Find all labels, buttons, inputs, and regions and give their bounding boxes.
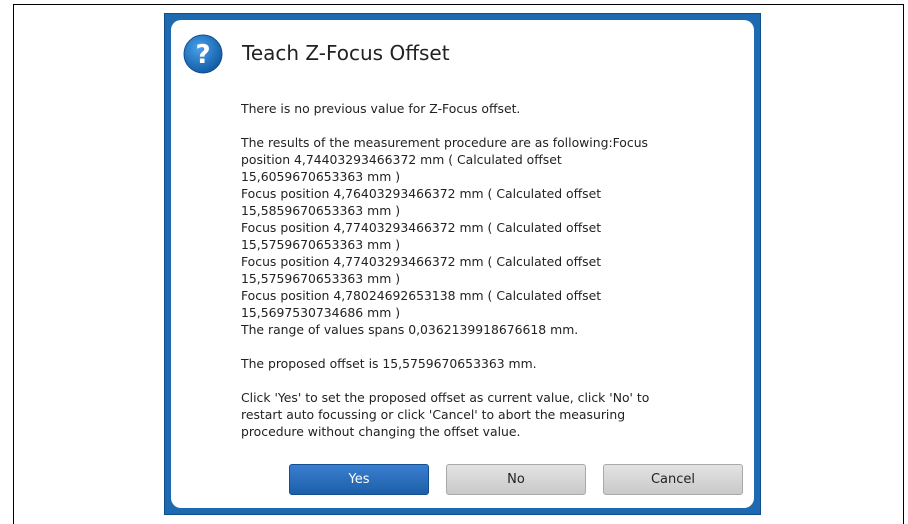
instruction-line: Click 'Yes' to set the proposed offset a… bbox=[241, 390, 650, 405]
yes-button[interactable]: Yes bbox=[289, 464, 429, 495]
cancel-button[interactable]: Cancel bbox=[603, 464, 743, 495]
result-line: Focus position 4,78024692653138 mm ( Cal… bbox=[241, 288, 602, 303]
dialog-message: There is no previous value for Z-Focus o… bbox=[241, 100, 721, 457]
result-line: The results of the measurement procedure… bbox=[241, 135, 649, 150]
instruction-line: restart auto focussing or click 'Cancel'… bbox=[241, 407, 626, 422]
result-line: 15,6059670653363 mm ) bbox=[241, 169, 401, 184]
question-mark-icon: ? bbox=[183, 34, 223, 74]
result-line: 15,5759670653363 mm ) bbox=[241, 237, 401, 252]
result-line: position 4,74403293466372 mm ( Calculate… bbox=[241, 152, 562, 167]
dialog-window: ? Teach Z-Focus Offset There is no previ… bbox=[164, 13, 761, 515]
result-line: 15,5859670653363 mm ) bbox=[241, 203, 401, 218]
result-line: Focus position 4,77403293466372 mm ( Cal… bbox=[241, 254, 602, 269]
no-button[interactable]: No bbox=[446, 464, 586, 495]
dialog-content: ? Teach Z-Focus Offset There is no previ… bbox=[171, 20, 754, 508]
result-line: Focus position 4,77403293466372 mm ( Cal… bbox=[241, 220, 602, 235]
range-line: The range of values spans 0,036213991867… bbox=[241, 322, 579, 337]
result-line: 15,5697530734686 mm ) bbox=[241, 305, 401, 320]
result-line: 15,5759670653363 mm ) bbox=[241, 271, 401, 286]
intro-text: There is no previous value for Z-Focus o… bbox=[241, 101, 521, 116]
svg-text:?: ? bbox=[195, 40, 210, 70]
instruction-block: Click 'Yes' to set the proposed offset a… bbox=[241, 389, 721, 440]
results-block: The results of the measurement procedure… bbox=[241, 134, 721, 338]
result-line: Focus position 4,76403293466372 mm ( Cal… bbox=[241, 186, 602, 201]
dialog-title: Teach Z-Focus Offset bbox=[242, 41, 450, 65]
proposed-offset-text: The proposed offset is 15,5759670653363 … bbox=[241, 356, 537, 371]
instruction-line: procedure without changing the offset va… bbox=[241, 424, 521, 439]
